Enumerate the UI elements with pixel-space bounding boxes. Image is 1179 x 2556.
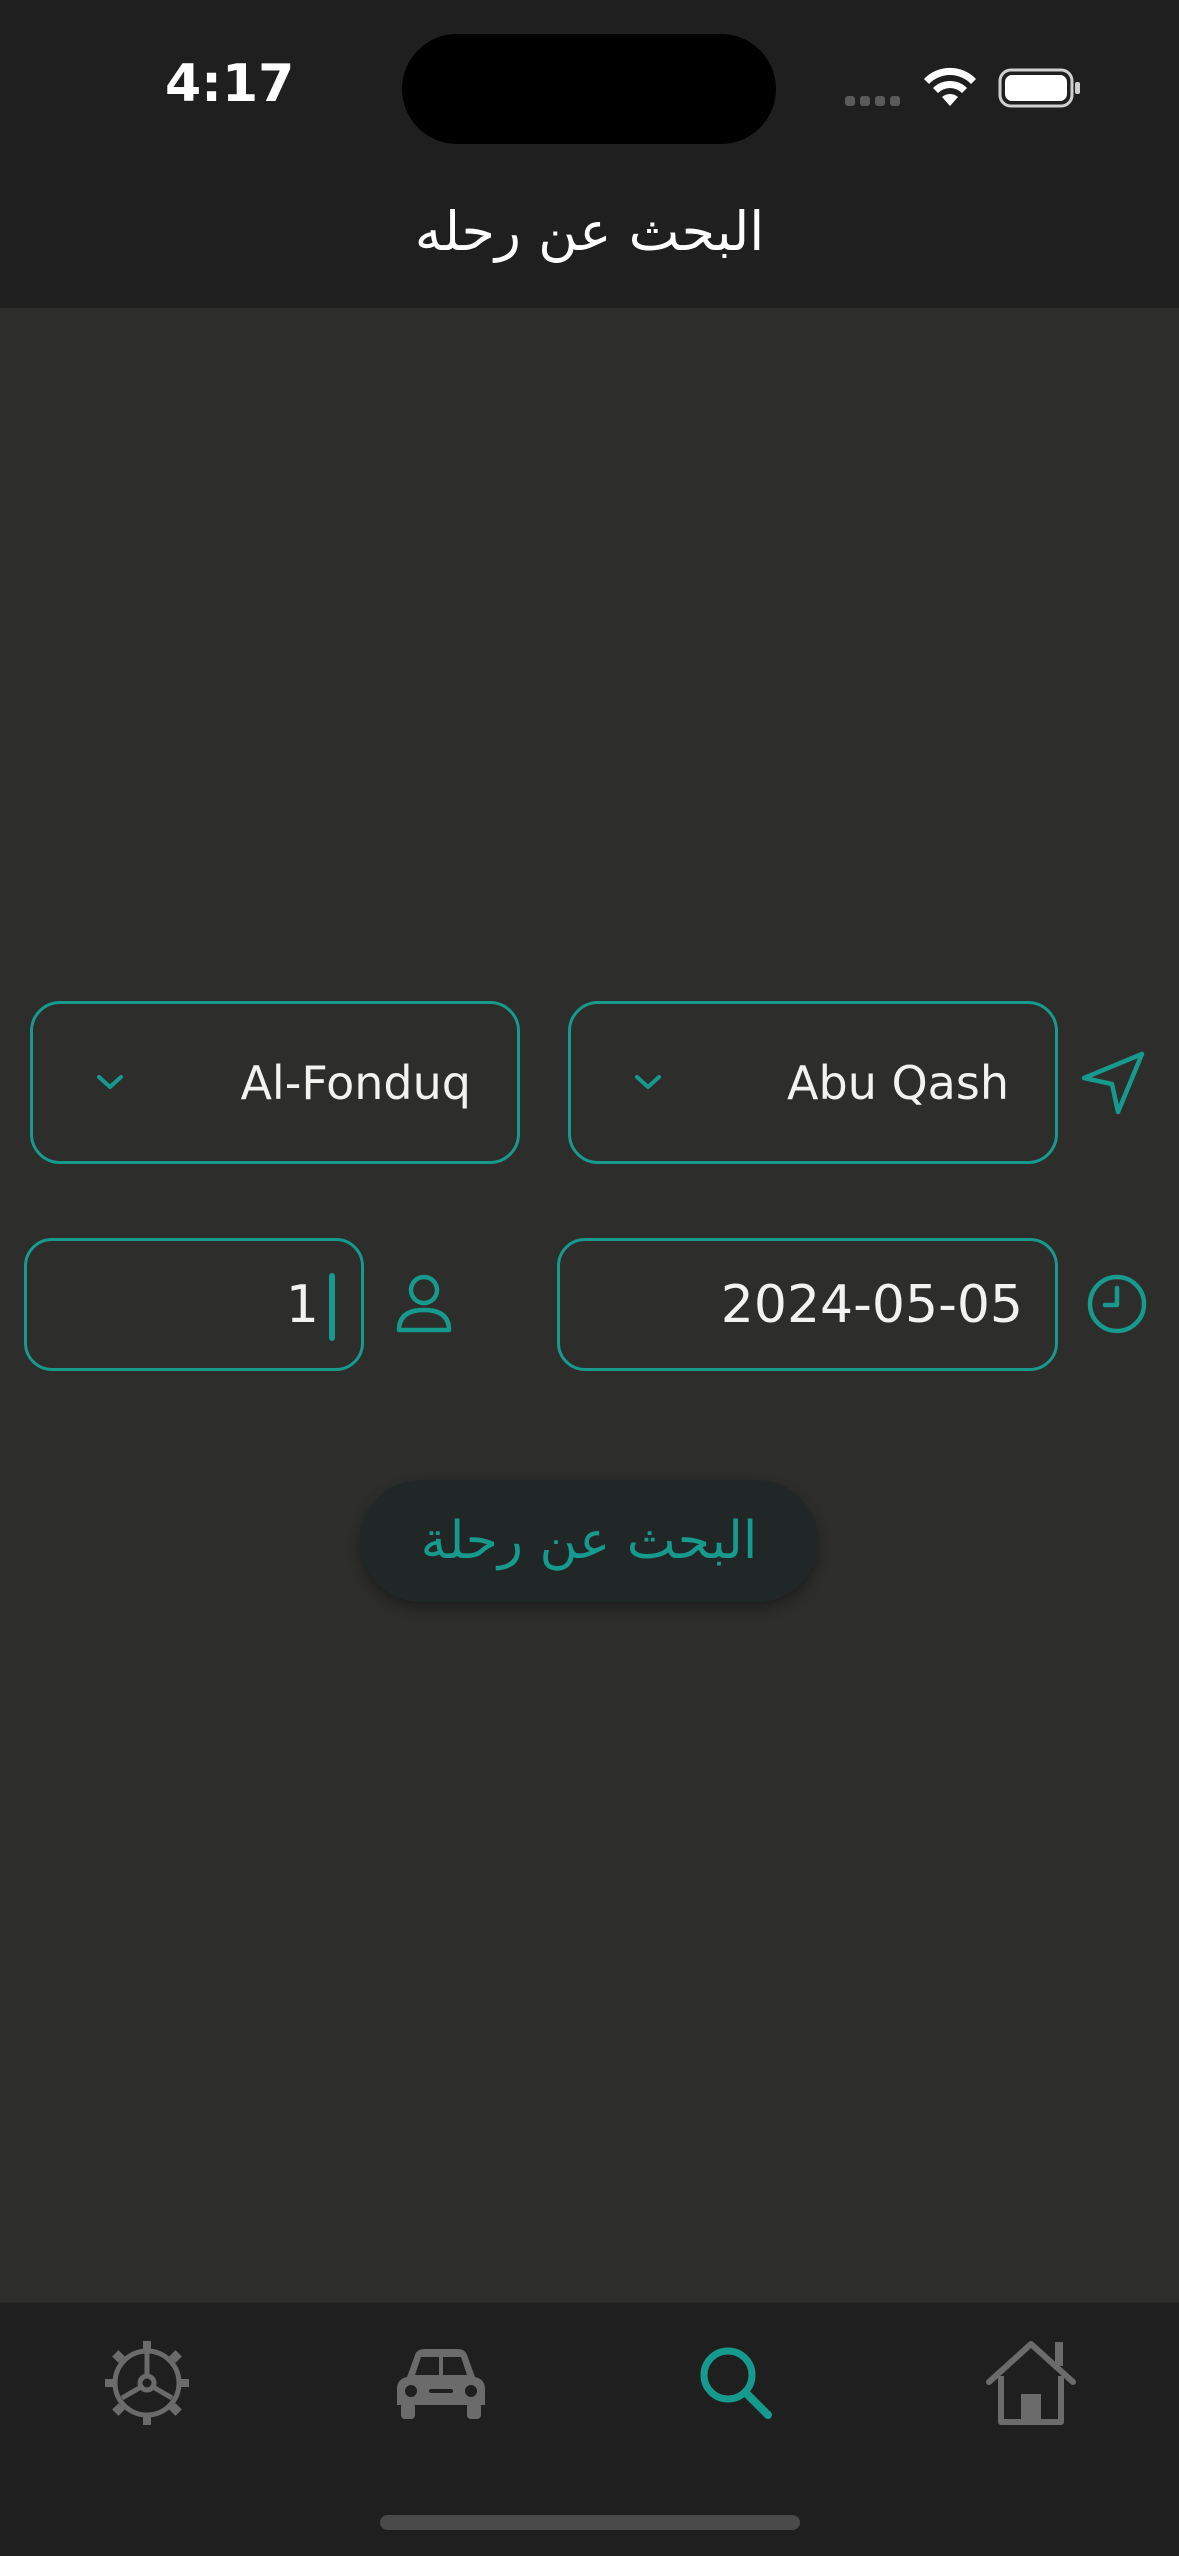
- screen: 4:17 البحث عن رحله Al-Fonduq Abu Qash 1 …: [0, 0, 1179, 2556]
- dynamic-island: [402, 34, 776, 144]
- home-icon: [986, 2341, 1076, 2425]
- chevron-down-icon: [97, 1075, 123, 1089]
- location-arrow-icon: [1081, 1051, 1145, 1115]
- tab-settings[interactable]: [77, 2328, 217, 2438]
- text-cursor: [329, 1273, 335, 1341]
- date-input[interactable]: 2024-05-05: [557, 1238, 1058, 1371]
- chevron-down-icon: [635, 1075, 661, 1089]
- tab-home[interactable]: [961, 2328, 1101, 2438]
- battery-icon: [998, 68, 1080, 108]
- search-trip-button[interactable]: البحث عن رحلة: [360, 1480, 818, 1602]
- settings-icon: [105, 2341, 189, 2425]
- car-icon: [397, 2349, 485, 2419]
- to-city-dropdown[interactable]: Al-Fonduq: [30, 1001, 520, 1164]
- home-indicator: [380, 2515, 800, 2530]
- from-city-dropdown[interactable]: Abu Qash: [568, 1001, 1058, 1164]
- top-bar: 4:17 البحث عن رحله: [0, 0, 1179, 308]
- search-icon: [700, 2347, 772, 2419]
- to-city-value: Al-Fonduq: [240, 1055, 471, 1110]
- status-time: 4:17: [165, 54, 295, 114]
- tab-search[interactable]: [666, 2328, 806, 2438]
- page-title: البحث عن رحله: [414, 200, 765, 263]
- tab-trips[interactable]: [371, 2328, 511, 2438]
- cellular-signal-icon: [845, 96, 900, 106]
- date-value: 2024-05-05: [720, 1274, 1023, 1335]
- passengers-value: 1: [285, 1274, 319, 1335]
- passengers-input[interactable]: 1: [24, 1238, 364, 1371]
- wifi-icon: [924, 67, 976, 106]
- search-trip-button-label: البحث عن رحلة: [420, 1511, 758, 1571]
- from-city-value: Abu Qash: [787, 1055, 1009, 1110]
- clock-icon: [1087, 1274, 1147, 1334]
- person-icon: [396, 1274, 452, 1333]
